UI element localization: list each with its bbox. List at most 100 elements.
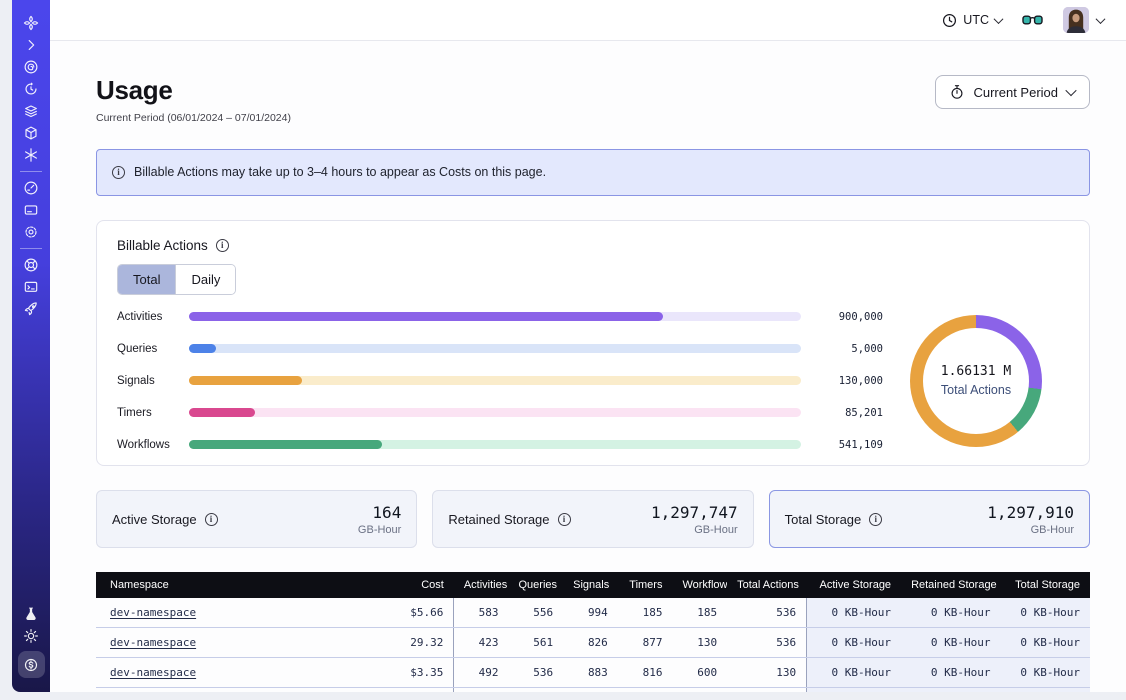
col-header-workflows: Workflows [672,572,727,598]
storage-card-title: Total Storage [785,512,862,527]
tab-daily[interactable]: Daily [175,265,235,294]
storage-card-label: Active Storage i [112,512,218,527]
col-header-total-actions: Total Actions [727,572,807,598]
bar-label: Activities [117,311,189,323]
bar-fill [189,376,302,385]
namespace-cell: dev-namespace [96,688,374,693]
col-header-total-storage: Total Storage [1000,572,1090,598]
bar-value: 900,000 [817,311,883,323]
cell-total-storage [1000,688,1090,693]
info-icon[interactable]: i [205,513,218,526]
info-icon: i [112,166,125,179]
bar-track [189,376,801,385]
tab-total[interactable]: Total [118,265,175,294]
chevron-down-icon [994,14,1004,24]
usage-gauge-icon[interactable] [12,177,50,199]
console-monitor-icon[interactable] [12,276,50,298]
info-icon[interactable]: i [869,513,882,526]
donut-chart: 1.66131 M Total Actions [910,315,1042,447]
bar-label: Timers [117,407,189,419]
glasses-icon[interactable] [1022,13,1043,27]
cell-retained-storage: 0 KB-Hour [901,658,1000,688]
account-menu[interactable] [1063,7,1104,33]
bar-fill [189,408,255,417]
getting-started-rocket-icon[interactable] [12,298,50,320]
period-selector-button[interactable]: Current Period [935,75,1090,109]
collapse-chevron-icon[interactable] [12,34,50,56]
timezone-dropdown[interactable]: UTC [942,13,1002,28]
storage-card-title: Retained Storage [448,512,549,527]
cell-timers: 877 [618,628,673,658]
donut-center: 1.66131 M Total Actions [923,328,1029,434]
total-actions-label: Total Actions [941,383,1011,397]
bar-value: 85,201 [817,407,883,419]
cell-total-actions: 536 [727,598,807,628]
cell-cost: $5.66 [374,598,454,628]
namespace-link[interactable]: dev-namespace [110,606,196,619]
title-row: Usage Current Period (06/01/2024 – 07/01… [96,75,1090,125]
bar-value: 5,000 [817,343,883,355]
info-icon[interactable]: i [216,239,229,252]
namespace-link[interactable]: dev-namespace [110,636,196,649]
total-actions-value: 1.66131 M [941,364,1011,379]
billable-actions-header: Billable Actions i [117,237,1069,254]
storage-card-title: Active Storage [112,512,197,527]
storage-cards: Active Storage i 164GB-Hour Retained Storag… [96,490,1090,548]
workflows-cube-icon[interactable] [12,122,50,144]
table-row: dev-namespace$5.665835569941851855360 KB… [96,598,1090,628]
theme-sun-icon[interactable] [12,625,50,647]
sidebar [12,0,50,692]
cell-activities: 423 [454,628,509,658]
layers-icon[interactable] [12,100,50,122]
storage-card-unit: GB-Hour [358,524,401,536]
total-daily-tabs: TotalDaily [117,264,236,295]
cell-timers: 185 [618,598,673,628]
avatar [1063,7,1089,33]
billable-actions-card: Billable Actions i TotalDaily Activities… [96,220,1090,466]
usage-coin-icon[interactable] [18,651,45,678]
namespace-link[interactable]: dev-namespace [110,666,196,679]
cell-queries [509,688,564,693]
table-row: dev-namespace29.324235618268771305360 KB… [96,628,1090,658]
table-row: dev-namespace$3.354925368838166001300 KB… [96,658,1090,688]
storage-card-value-wrap: 164GB-Hour [358,503,401,536]
cell-total-storage: 0 KB-Hour [1000,598,1090,628]
support-lifebuoy-icon[interactable] [12,254,50,276]
col-header-active-storage: Active Storage [807,572,901,598]
settings-gear-icon[interactable] [12,221,50,243]
labs-flask-icon[interactable] [12,603,50,625]
namespace-cell: dev-namespace [96,598,374,628]
cell-total-actions [727,688,807,693]
info-icon[interactable]: i [558,513,571,526]
temporal-logo-icon[interactable] [12,12,50,34]
topbar: UTC [50,0,1126,41]
storage-card: Active Storage i 164GB-Hour [96,490,417,548]
cell-timers: 816 [618,658,673,688]
cell-total-storage: 0 KB-Hour [1000,658,1090,688]
col-header-namespace: Namespace [96,572,374,598]
bar-label: Workflows [117,439,189,451]
bar-fill [189,440,382,449]
namespaces-spiral-icon[interactable] [12,56,50,78]
bar-track [189,440,801,449]
cell-active-storage: 0 KB-Hour [807,658,901,688]
info-banner-text: Billable Actions may take up to 3–4 hour… [134,165,546,180]
nexus-asterisk-icon[interactable] [12,144,50,166]
app-window: UTC Usage Current Period (06/01/2024 – 0… [12,0,1126,692]
bar-row-signals: Signals130,000 [117,373,883,388]
storage-card: Retained Storagei1,297,747GB-Hour [432,490,753,548]
cell-retained-storage: 0 KB-Hour [901,598,1000,628]
title-block: Usage Current Period (06/01/2024 – 07/01… [96,75,291,125]
period-subtitle: Current Period (06/01/2024 – 07/01/2024) [96,112,291,125]
col-header-cost: Cost [374,572,454,598]
billing-card-icon[interactable] [12,199,50,221]
bar-row-activities: Activities 900,000 [117,309,883,324]
storage-card-value: 1,297,747 [651,503,738,522]
main-area: UTC Usage Current Period (06/01/2024 – 0… [50,0,1126,692]
chevron-down-icon [1096,14,1106,24]
storage-card-unit: GB-Hour [987,524,1074,536]
billable-actions-title: Billable Actions [117,238,208,253]
namespace-cell: dev-namespace [96,658,374,688]
namespace-cell: dev-namespace [96,628,374,658]
schedules-clock-icon[interactable] [12,78,50,100]
